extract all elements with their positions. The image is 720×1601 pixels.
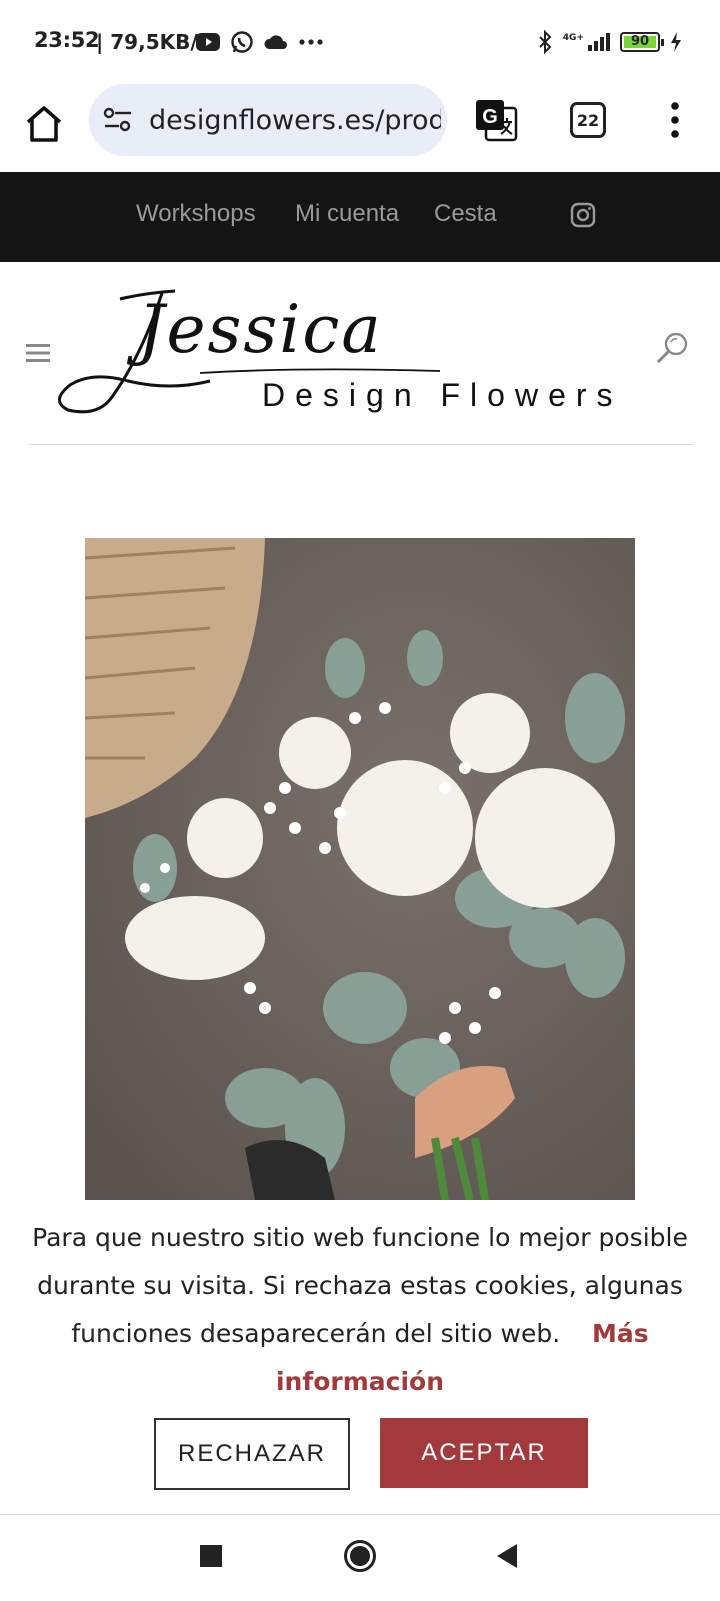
header-divider — [28, 444, 694, 445]
accept-cookies-button[interactable]: ACEPTAR — [380, 1418, 588, 1488]
cloud-icon — [264, 35, 287, 49]
status-speed: | 79,5KB/s — [96, 30, 210, 54]
site-nav: Workshops Mi cuenta Cesta — [0, 172, 720, 262]
battery-level: 90 — [630, 34, 650, 49]
back-icon[interactable] — [495, 1543, 519, 1569]
bridal-bouquet-photo — [85, 538, 635, 1200]
site-settings-icon[interactable] — [103, 106, 133, 134]
logo-subtitle: Design Flowers — [262, 377, 623, 413]
site-logo[interactable]: Jessica Design Flowers — [50, 285, 650, 425]
system-nav-bar — [0, 1514, 720, 1601]
charging-icon — [671, 32, 681, 52]
menu-icon[interactable] — [665, 100, 685, 140]
cookie-text: Para que nuestro sitio web funcione lo m… — [32, 1223, 688, 1348]
hamburger-icon[interactable] — [26, 342, 50, 364]
status-left-icons — [196, 28, 324, 56]
url-bar[interactable]: designflowers.es/product/ — [89, 84, 447, 156]
nav-link-workshops[interactable]: Workshops — [136, 200, 256, 228]
translate-icon[interactable]: G — [474, 98, 520, 144]
signal-icon: 4G+ — [563, 33, 610, 51]
more-dots-icon — [299, 39, 323, 45]
nav-link-cesta[interactable]: Cesta — [434, 200, 497, 228]
status-bar: 23:52 | 79,5KB/s 4G+ 90 — [0, 0, 720, 84]
instagram-icon[interactable] — [570, 202, 596, 228]
recents-icon[interactable] — [200, 1545, 222, 1567]
cookie-notice: Para que nuestro sitio web funcione lo m… — [20, 1214, 700, 1406]
svg-text:G: G — [482, 106, 498, 128]
browser-toolbar: designflowers.es/product/ G 22 — [0, 84, 720, 172]
bluetooth-icon — [539, 30, 552, 54]
home-icon[interactable] — [22, 102, 66, 146]
tabs-icon[interactable]: 22 — [570, 102, 606, 138]
status-right-icons: 4G+ 90 — [537, 28, 682, 56]
status-time: 23:52 — [34, 28, 100, 52]
reject-cookies-button[interactable]: RECHAZAR — [154, 1418, 350, 1490]
battery-icon: 90 — [620, 32, 664, 52]
home-circle-icon[interactable] — [343, 1539, 377, 1573]
network-label: 4G+ — [562, 33, 584, 43]
logo-script-text: Jessica — [138, 291, 383, 368]
nav-link-mi-cuenta[interactable]: Mi cuenta — [295, 200, 399, 228]
youtube-icon — [196, 33, 220, 51]
search-icon[interactable] — [654, 330, 690, 366]
whatsapp-icon — [231, 31, 253, 53]
url-text[interactable]: designflowers.es/product/ — [149, 105, 441, 136]
product-image[interactable] — [85, 538, 635, 1200]
